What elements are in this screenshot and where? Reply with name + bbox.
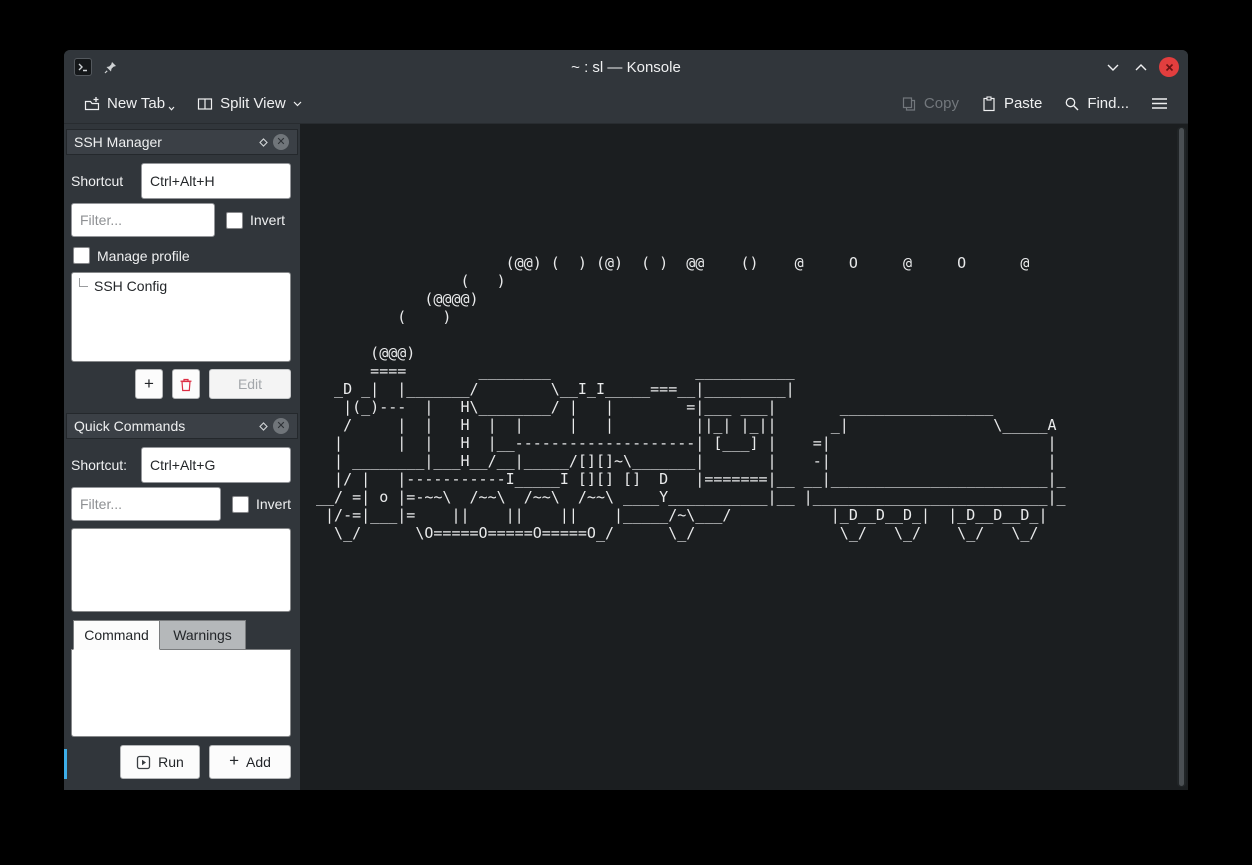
find-label: Find... [1087, 95, 1129, 112]
qc-invert-checkbox[interactable] [232, 496, 249, 513]
ssh-invert-label[interactable]: Invert [250, 212, 285, 228]
qc-shortcut-label: Shortcut: [71, 457, 133, 473]
konsole-window: ~ : sl — Konsole [64, 50, 1188, 790]
qc-command-list[interactable] [71, 528, 291, 612]
chevron-down-icon [293, 101, 302, 107]
manage-profile-checkbox[interactable] [73, 247, 90, 264]
ssh-edit-button[interactable]: Edit [209, 369, 291, 399]
qc-invert-label[interactable]: Invert [256, 496, 291, 512]
float-diamond-icon [259, 422, 268, 431]
ssh-shortcut-label: Shortcut [71, 173, 133, 189]
ssh-float-button[interactable] [254, 133, 272, 151]
terminal-output: (@@) ( ) (@) ( ) @@ () @ O @ O @ ( ) (@@… [300, 124, 1075, 542]
close-button[interactable] [1158, 56, 1180, 78]
close-circle-icon: ✕ [273, 418, 289, 434]
ssh-add-button[interactable]: + [135, 369, 163, 399]
tree-branch-icon [79, 278, 88, 287]
find-button[interactable]: Find... [1056, 89, 1137, 119]
tree-item-ssh-config[interactable]: SSH Config [72, 273, 290, 294]
paste-icon [981, 96, 997, 112]
minimize-button[interactable] [1102, 56, 1124, 78]
maximize-button[interactable] [1130, 56, 1152, 78]
run-label: Run [158, 754, 184, 770]
split-view-icon [197, 96, 213, 112]
qc-command-editor[interactable] [71, 649, 291, 737]
ssh-panel-close-button[interactable]: ✕ [272, 133, 290, 151]
run-icon [136, 755, 151, 770]
qc-tabbar: Command Warnings [73, 620, 291, 650]
qc-shortcut-input[interactable] [141, 447, 291, 483]
split-view-label: Split View [220, 95, 286, 112]
search-icon [1064, 96, 1080, 112]
quick-commands-title: Quick Commands [74, 418, 254, 434]
sidebar: SSH Manager ✕ Shortcut Invert [64, 124, 300, 790]
chevron-up-icon [1134, 63, 1148, 72]
ssh-manager-panel-header[interactable]: SSH Manager ✕ [66, 129, 298, 155]
qc-panel-close-button[interactable]: ✕ [272, 417, 290, 435]
hamburger-menu-button[interactable] [1143, 89, 1176, 119]
ssh-profile-list[interactable]: SSH Config [71, 272, 291, 362]
activity-indicator [64, 749, 67, 779]
add-label: Add [246, 754, 271, 770]
ssh-invert-checkbox[interactable] [226, 212, 243, 229]
plus-icon: + [229, 751, 239, 771]
new-tab-icon [84, 96, 100, 112]
ssh-filter-input[interactable] [71, 203, 215, 237]
qc-run-button[interactable]: Run [120, 745, 200, 779]
paste-label: Paste [1004, 95, 1042, 112]
toolbar: New Tab Split View Copy [64, 84, 1188, 124]
ssh-manager-title: SSH Manager [74, 134, 254, 150]
titlebar[interactable]: ~ : sl — Konsole [64, 50, 1188, 84]
scrollbar-thumb[interactable] [1179, 128, 1184, 786]
paste-button[interactable]: Paste [973, 89, 1050, 119]
hamburger-icon [1151, 97, 1168, 110]
new-tab-button[interactable]: New Tab [76, 89, 183, 119]
tab-command[interactable]: Command [73, 620, 160, 650]
ssh-shortcut-input[interactable] [141, 163, 291, 199]
close-circle-icon: ✕ [273, 134, 289, 150]
terminal-scrollbar[interactable] [1177, 127, 1186, 787]
float-diamond-icon [259, 138, 268, 147]
trash-icon [179, 377, 193, 392]
ssh-delete-button[interactable] [172, 369, 200, 399]
split-view-button[interactable]: Split View [189, 89, 310, 119]
copy-button[interactable]: Copy [893, 89, 967, 119]
new-tab-label: New Tab [107, 95, 165, 112]
qc-add-button[interactable]: + Add [209, 745, 291, 779]
tree-item-label: SSH Config [94, 278, 167, 294]
new-tab-menu-arrow-icon [168, 106, 175, 111]
qc-float-button[interactable] [254, 417, 272, 435]
desktop-background: ~ : sl — Konsole [0, 0, 1252, 865]
quick-commands-panel-header[interactable]: Quick Commands ✕ [66, 413, 298, 439]
terminal-view[interactable]: (@@) ( ) (@) ( ) @@ () @ O @ O @ ( ) (@@… [300, 124, 1188, 790]
copy-label: Copy [924, 95, 959, 112]
chevron-down-icon [1106, 63, 1120, 72]
qc-filter-input[interactable] [71, 487, 221, 521]
window-title: ~ : sl — Konsole [64, 50, 1188, 84]
copy-icon [901, 96, 917, 112]
close-icon [1159, 57, 1179, 77]
manage-profile-label[interactable]: Manage profile [97, 248, 190, 264]
tab-warnings[interactable]: Warnings [160, 620, 246, 650]
